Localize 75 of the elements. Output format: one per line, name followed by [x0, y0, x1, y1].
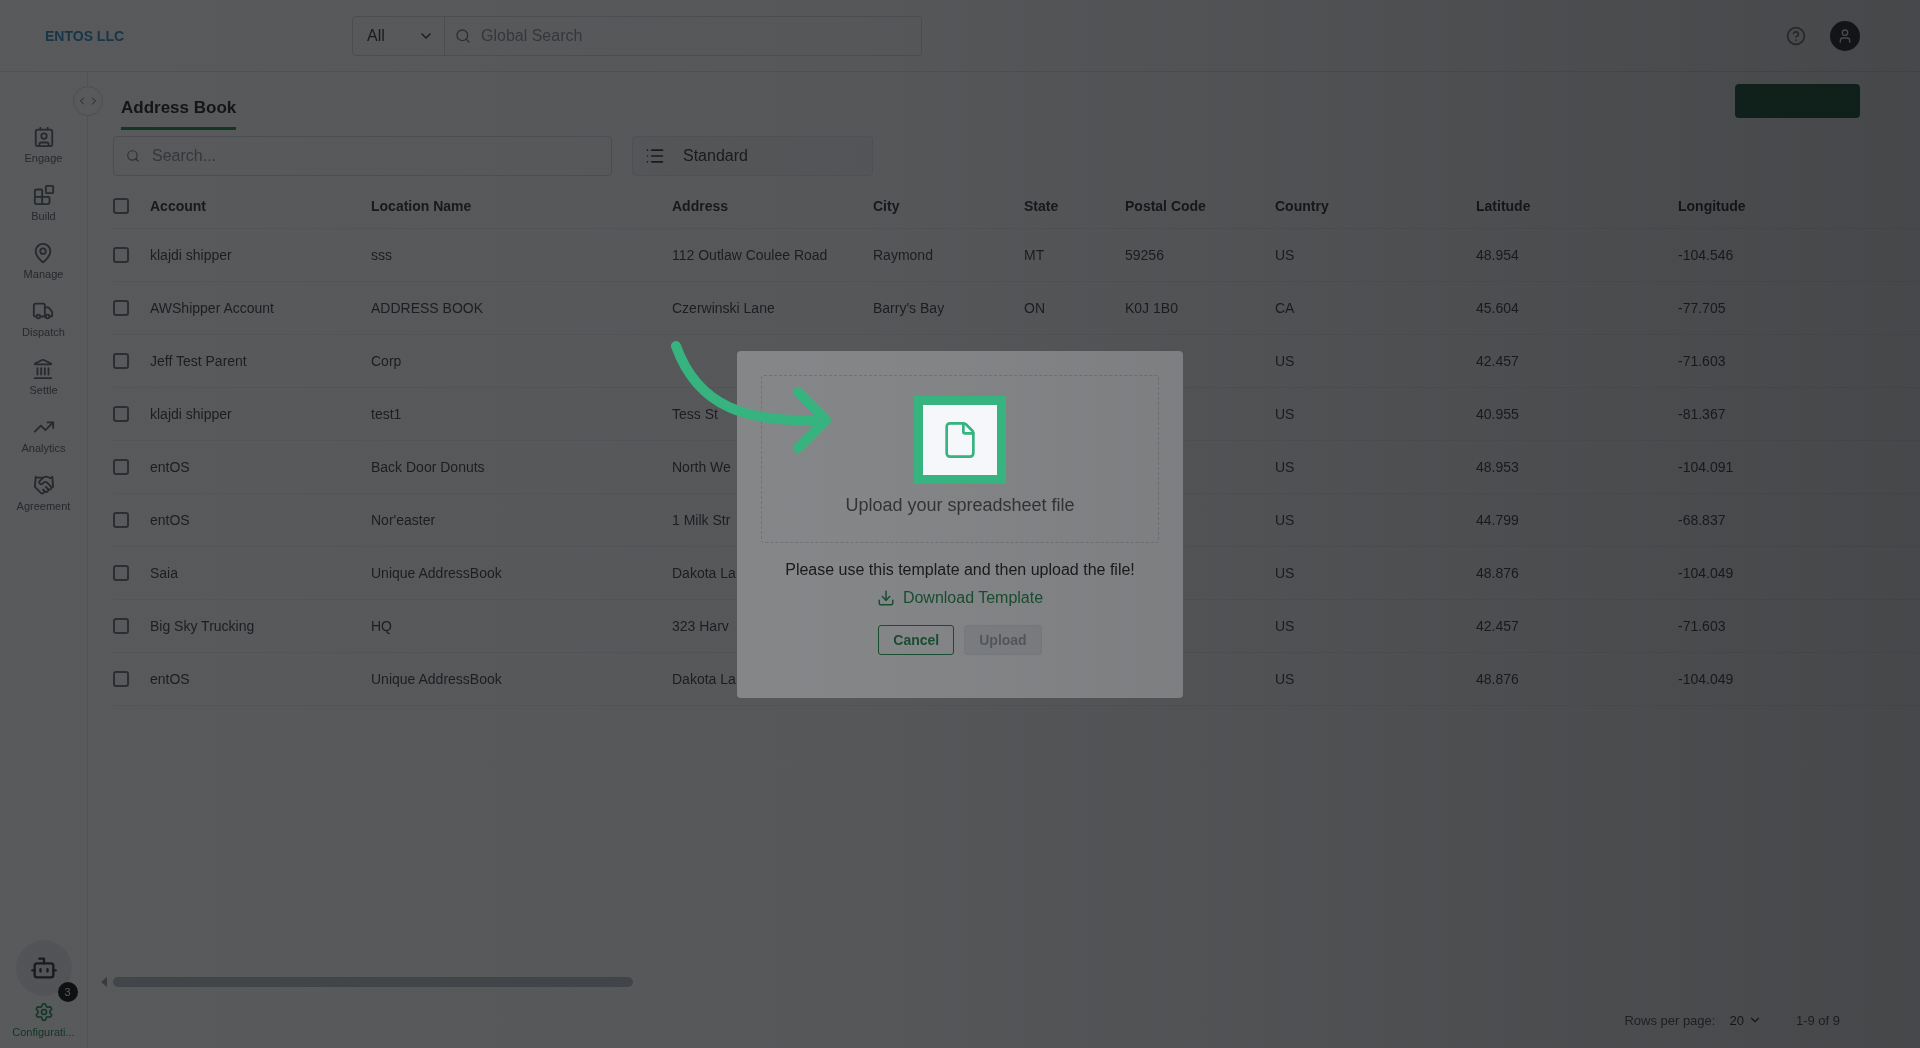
sidebar-icon	[32, 358, 55, 380]
checkbox[interactable]	[113, 671, 129, 687]
table-cell: entOS	[150, 512, 190, 528]
column-header[interactable]: Latitude	[1476, 198, 1531, 214]
table-cell: entOS	[150, 459, 190, 475]
user-avatar[interactable]	[1830, 20, 1860, 51]
table-cell: sss	[371, 247, 392, 263]
checkbox[interactable]	[113, 406, 129, 422]
table-cell: Unique AddressBook	[371, 565, 502, 581]
table-cell: klajdi shipper	[150, 406, 232, 422]
table-cell: entOS	[150, 671, 190, 687]
table-cell: AWShipper Account	[150, 300, 274, 316]
table-cell: klajdi shipper	[150, 247, 232, 263]
column-header[interactable]: City	[873, 198, 900, 214]
checkbox[interactable]	[113, 300, 129, 316]
column-header[interactable]: Postal Code	[1125, 198, 1206, 214]
notification-badge: 3	[57, 982, 78, 1002]
table-cell: Unique AddressBook	[371, 671, 502, 687]
table-cell: Big Sky Trucking	[150, 618, 255, 634]
table-cell: 59256	[1125, 247, 1164, 263]
table-cell: Czerwinski Lane	[672, 300, 775, 316]
table-cell: MT	[1024, 247, 1045, 263]
table-cell: North We	[672, 459, 731, 475]
column-header[interactable]: Longitude	[1678, 198, 1746, 214]
checkbox[interactable]	[113, 618, 129, 634]
instruction-text: Please use this template and then upload the file!	[785, 561, 1135, 579]
help-icon[interactable]	[1786, 25, 1806, 46]
scrollbar-thumb[interactable]	[113, 977, 633, 987]
table-cell: ADDRESS BOOK	[371, 300, 484, 316]
column-header[interactable]: Location Name	[371, 198, 472, 214]
table-cell: Raymond	[873, 247, 933, 263]
table-cell: 112 Outlaw Coulee Road	[672, 247, 828, 263]
table-cell: Barry's Bay	[873, 300, 945, 316]
sidebar-icon	[32, 126, 55, 148]
sidebar-item[interactable]: Configurati...	[12, 1002, 75, 1038]
sidebar-icon	[32, 474, 55, 496]
table-cell: test1	[371, 406, 402, 422]
search-scope-select[interactable]: All	[353, 16, 445, 55]
checkbox[interactable]	[113, 459, 129, 475]
table-cell: Corp	[371, 353, 402, 369]
column-header[interactable]: State	[1024, 198, 1059, 214]
table-cell: Saia	[150, 565, 179, 581]
tab[interactable]: Address Book	[121, 88, 237, 130]
table-cell: Jeff Test Parent	[150, 353, 247, 369]
view-select[interactable]: Standard	[632, 136, 873, 176]
checkbox[interactable]	[113, 565, 129, 581]
checkbox[interactable]	[113, 198, 129, 214]
download-template-link[interactable]: Download Template	[876, 589, 1044, 607]
sidebar-icon	[32, 300, 55, 322]
cancel-button[interactable]: Cancel	[878, 625, 955, 655]
table-cell: Nor'easter	[371, 512, 436, 528]
company-logo: ENTOS LLC	[45, 27, 126, 44]
list-icon	[645, 146, 665, 166]
column-header[interactable]: Country	[1275, 198, 1329, 214]
collapse-toggle[interactable]	[73, 86, 103, 116]
table-cell: Tess St	[672, 406, 718, 422]
table-cell: ON	[1024, 300, 1045, 316]
table-cell: Back Door Donuts	[371, 459, 485, 475]
table-cell: Dakota La	[672, 671, 736, 687]
checkbox[interactable]	[113, 247, 129, 263]
search-icon	[126, 149, 140, 163]
table-cell: HQ	[371, 618, 392, 634]
column-header[interactable]: Address	[672, 198, 729, 214]
column-header[interactable]: Account	[150, 198, 206, 214]
scroll-left-icon[interactable]	[101, 977, 107, 987]
table-cell: 1 Milk Str	[672, 512, 731, 528]
download-icon	[876, 589, 895, 607]
table-cell: Dakota La	[672, 565, 736, 581]
table-cell: K0J 1B0	[1125, 300, 1178, 316]
sidebar-icon	[32, 184, 55, 206]
checkbox[interactable]	[113, 353, 129, 369]
settings-icon	[33, 1002, 54, 1022]
checkbox[interactable]	[113, 512, 129, 528]
search-icon	[455, 27, 471, 44]
table-cell: 323 Harv	[672, 618, 729, 634]
